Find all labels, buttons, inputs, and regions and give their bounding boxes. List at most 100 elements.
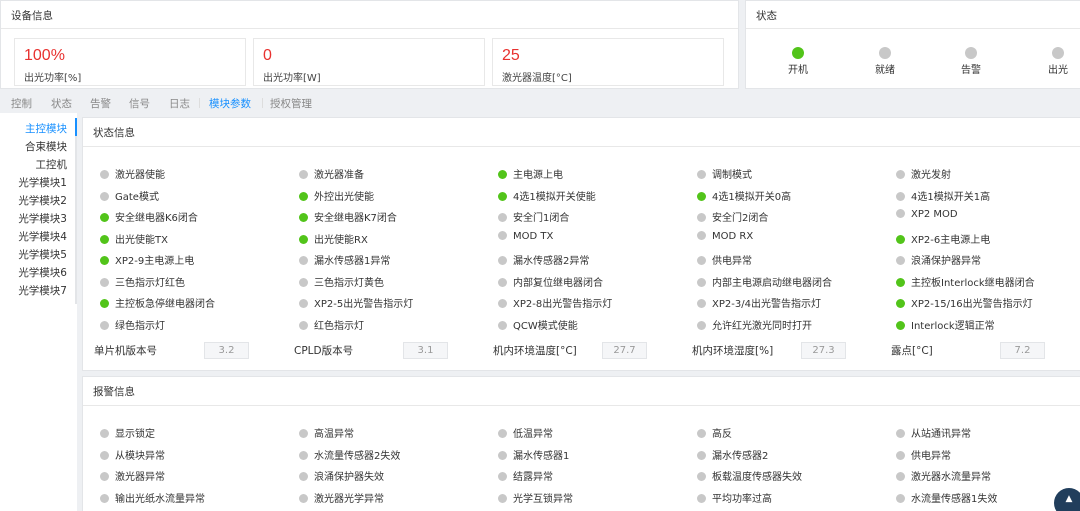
tab-module-params[interactable]: 模块参数	[209, 96, 251, 111]
indicator-dot-icon	[697, 170, 706, 179]
indicator-dot-icon	[896, 256, 905, 265]
indicator-dot-icon	[697, 320, 706, 330]
indicator-dot-icon	[896, 429, 905, 438]
status-indicator: XP2-5出光警告指示灯	[299, 295, 413, 310]
status-indicator: 漏水传感器1	[498, 447, 569, 462]
indicator-dot-icon	[498, 472, 507, 481]
nav-item-optical-5[interactable]: 光学模块5	[18, 247, 67, 262]
indicator-dot-icon	[299, 472, 308, 481]
indicator-label: 主控板Interlock继电器闭合	[911, 277, 1035, 289]
status-indicator: 显示锁定	[100, 425, 155, 440]
indicator-dot-icon	[299, 320, 308, 330]
nav-item-combiner[interactable]: 合束模块	[25, 139, 67, 154]
status-indicator: 安全门2闭合	[697, 209, 768, 224]
tab-log[interactable]: 日志	[169, 96, 190, 111]
indicator-dot-icon	[100, 450, 109, 460]
nav-item-optical-3[interactable]: 光学模块3	[18, 211, 67, 226]
nav-item-main-control[interactable]: 主控模块	[25, 121, 67, 136]
indicator-dot-icon	[100, 299, 109, 308]
lamp-indicator-icon	[1052, 47, 1064, 59]
status-indicator: 漏水传感器1异常	[299, 252, 390, 267]
indicator-dot-icon	[697, 277, 706, 287]
status-title: 状态	[756, 10, 777, 22]
indicator-dot-icon	[896, 234, 905, 244]
indicator-label: XP2-15/16出光警告指示灯	[911, 299, 1033, 310]
indicator-label: 漏水传感器2	[712, 450, 769, 462]
tab-license[interactable]: 授权管理	[270, 96, 312, 111]
indicator-label: XP2-8出光警告指示灯	[513, 299, 613, 310]
status-indicator: 水流量传感器2失效	[299, 447, 400, 462]
nav-item-optical-7[interactable]: 光学模块7	[18, 283, 67, 298]
lamp-label: 开机	[788, 65, 808, 76]
internal-temp-label: 机内环境温度[°C]	[493, 345, 577, 357]
indicator-dot-icon	[896, 493, 905, 503]
status-indicator: MOD TX	[498, 230, 554, 242]
indicator-dot-icon	[100, 234, 109, 244]
nav-item-ipc[interactable]: 工控机	[36, 157, 68, 172]
indicator-label: XP2-3/4出光警告指示灯	[712, 299, 821, 310]
back-to-top-button[interactable]: ▲	[1054, 488, 1080, 511]
nav-item-optical-1[interactable]: 光学模块1	[18, 175, 67, 190]
indicator-label: XP2-6主电源上电	[911, 234, 991, 246]
metric-value: 25	[502, 47, 520, 64]
indicator-label: 绿色指示灯	[115, 320, 165, 332]
tab-status[interactable]: 状态	[51, 96, 72, 111]
indicator-dot-icon	[100, 170, 109, 179]
status-indicator: 供电异常	[697, 252, 752, 267]
mcu-version-field: 3.2	[204, 342, 249, 359]
indicator-label: 三色指示灯黄色	[314, 277, 384, 289]
indicator-label: 低温异常	[513, 429, 553, 440]
indicator-label: 出光使能RX	[314, 234, 368, 246]
indicator-dot-icon	[498, 299, 507, 308]
indicator-dot-icon	[299, 234, 308, 244]
dew-point-label: 露点[°C]	[891, 345, 933, 357]
indicator-label: MOD TX	[513, 230, 554, 242]
nav-item-optical-6[interactable]: 光学模块6	[18, 265, 67, 280]
indicator-label: 红色指示灯	[314, 320, 364, 332]
nav-item-optical-2[interactable]: 光学模块2	[18, 193, 67, 208]
status-indicator: 激光器异常	[100, 468, 165, 483]
status-lamp-power-on: 开机	[768, 47, 828, 76]
tab-separator	[262, 98, 263, 108]
indicator-label: 水流量传感器2失效	[314, 450, 401, 462]
indicator-label: 允许红光激光同时打开	[712, 320, 812, 332]
indicator-dot-icon	[299, 191, 308, 201]
indicator-label: 平均功率过高	[712, 493, 772, 505]
status-indicator: 激光器准备	[299, 166, 364, 181]
indicator-dot-icon	[896, 277, 905, 287]
indicator-label: 安全继电器K6闭合	[115, 213, 198, 224]
alarm-info-panel: 报警信息 显示锁定 高温异常 低温异常 高反 从站通讯异常 从模块异常 水流量传感器2失效 漏…	[82, 376, 1080, 511]
indicator-dot-icon	[697, 472, 706, 481]
tab-signal[interactable]: 信号	[129, 96, 150, 111]
status-indicator: 调制模式	[697, 166, 752, 181]
indicator-label: Interlock逻辑正常	[911, 320, 995, 332]
status-panel: 状态 开机 就绪 告警 出光	[745, 0, 1080, 89]
indicator-label: 光学互锁异常	[513, 493, 573, 505]
indicator-dot-icon	[896, 450, 905, 460]
state-info-panel: 状态信息 激光器使能 激光器准备 主电源上电 调制模式 激光发射 Gate模式 外控出光使能…	[82, 117, 1080, 371]
indicator-dot-icon	[697, 256, 706, 265]
status-indicator: 出光使能RX	[299, 231, 368, 246]
divider	[83, 405, 1080, 406]
indicator-label: XP2-5出光警告指示灯	[314, 299, 414, 310]
indicator-label: 激光器异常	[115, 472, 165, 483]
status-indicator: 激光器水流量异常	[896, 468, 991, 483]
indicator-dot-icon	[498, 320, 507, 330]
tab-control[interactable]: 控制	[11, 96, 32, 111]
status-indicator: 三色指示灯红色	[100, 274, 185, 289]
indicator-dot-icon	[100, 493, 109, 503]
indicator-dot-icon	[697, 230, 706, 240]
status-indicator: XP2 MOD	[896, 209, 958, 220]
status-indicator: 漏水传感器2异常	[498, 252, 589, 267]
indicator-dot-icon	[498, 493, 507, 503]
tab-alarm[interactable]: 告警	[90, 96, 111, 111]
status-indicator: 高温异常	[299, 425, 354, 440]
indicator-label: 浪涌保护器异常	[911, 256, 981, 267]
status-indicator: 主控板急停继电器闭合	[100, 295, 215, 310]
indicator-dot-icon	[299, 213, 308, 222]
nav-item-optical-4[interactable]: 光学模块4	[18, 229, 67, 244]
indicator-label: Gate模式	[115, 191, 159, 203]
status-indicator: 允许红光激光同时打开	[697, 317, 812, 332]
indicator-dot-icon	[100, 472, 109, 481]
indicator-dot-icon	[299, 493, 308, 503]
